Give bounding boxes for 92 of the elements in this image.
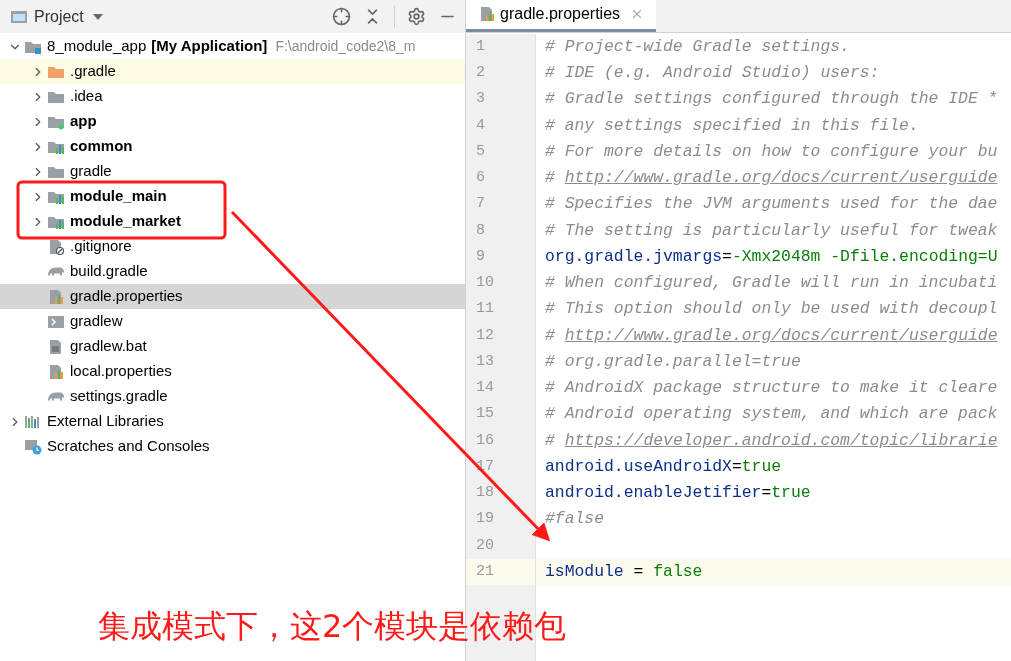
tree-item-label: app bbox=[70, 111, 97, 132]
line-number: 12 bbox=[476, 325, 494, 346]
settings-icon[interactable] bbox=[407, 7, 426, 26]
tree-row[interactable]: app bbox=[0, 109, 465, 134]
properties-file-icon bbox=[47, 363, 65, 380]
code-line: # org.gradle.parallel=true bbox=[545, 350, 801, 373]
tree-item-label: gradlew.bat bbox=[70, 336, 147, 357]
line-number: 10 bbox=[476, 273, 494, 294]
code-line: # http://www.gradle.org/docs/current/userguide bbox=[545, 167, 998, 190]
tree-item-label: Scratches and Consoles bbox=[47, 436, 210, 457]
tree-item-label: .gitignore bbox=[70, 236, 132, 257]
elephant-icon bbox=[48, 392, 64, 401]
code-line: # Gradle settings configured through the IDE * bbox=[545, 88, 998, 111]
code-line: # any settings specified in this file. bbox=[545, 114, 919, 137]
tree-row[interactable]: local.properties bbox=[0, 359, 465, 384]
tree-item-label: External Libraries bbox=[47, 411, 164, 432]
tree-row[interactable]: build.gradle bbox=[0, 259, 465, 284]
tree-item-label: build.gradle bbox=[70, 261, 148, 282]
tree-row[interactable]: gradlew bbox=[0, 309, 465, 334]
line-number: 18 bbox=[476, 483, 494, 504]
line-number: 7 bbox=[476, 194, 485, 215]
tree-item-label: .gradle bbox=[70, 61, 116, 82]
locate-icon[interactable] bbox=[332, 7, 351, 26]
code-line: # http://www.gradle.org/docs/current/userguide bbox=[545, 324, 998, 347]
tree-row[interactable]: Scratches and Consoles bbox=[0, 434, 465, 459]
tree-row[interactable]: .gitignore bbox=[0, 234, 465, 259]
code-line: # For more details on how to configure your bu bbox=[545, 140, 998, 163]
annotation-caption: 集成模式下，这2个模块是依赖包 bbox=[98, 606, 567, 647]
tree-row[interactable]: common bbox=[0, 134, 465, 159]
tree-item-label: module_market bbox=[70, 211, 181, 232]
library-icon bbox=[24, 413, 42, 430]
tree-item-label: module_main bbox=[70, 186, 167, 207]
tree-row[interactable]: External Libraries bbox=[0, 409, 465, 434]
tree-item-label: settings.gradle bbox=[70, 386, 168, 407]
line-number: 15 bbox=[476, 404, 494, 425]
line-number: 14 bbox=[476, 378, 494, 399]
editor-tab[interactable]: gradle.properties bbox=[466, 0, 657, 32]
line-number: 3 bbox=[476, 89, 485, 110]
line-number: 8 bbox=[476, 220, 485, 241]
window-icon bbox=[10, 8, 28, 25]
tree-row[interactable]: module_market bbox=[0, 209, 465, 234]
properties-file-icon bbox=[478, 6, 496, 22]
properties-file-icon bbox=[47, 288, 65, 305]
tree-row[interactable]: settings.gradle bbox=[0, 384, 465, 409]
project-tag: [My Application] bbox=[151, 35, 268, 58]
code-line: # Project-wide Gradle settings. bbox=[545, 35, 850, 58]
line-number: 2 bbox=[476, 63, 485, 84]
elephant-icon bbox=[48, 267, 64, 276]
tree-row[interactable]: gradle.properties bbox=[0, 284, 465, 309]
code-line: android.enableJetifier=true bbox=[545, 482, 811, 505]
tree-item-label: .idea bbox=[70, 86, 103, 107]
project-path: F:\android_code2\8_m bbox=[275, 37, 416, 56]
line-number: 20 bbox=[476, 535, 494, 556]
tree-item-label: gradlew bbox=[70, 311, 123, 332]
tree-item-label: 8_module_app bbox=[47, 36, 147, 57]
code-line: # https://developer.android.com/topic/librarie bbox=[545, 429, 998, 452]
scratches-icon bbox=[24, 438, 42, 455]
code-line: # AndroidX package structure to make it cleare bbox=[545, 377, 998, 400]
code-line: # IDE (e.g. Android Studio) users: bbox=[545, 62, 880, 85]
code-line: # Specifies the JVM arguments used for the dae bbox=[545, 193, 998, 216]
ignored-file-icon bbox=[47, 238, 65, 255]
terminal-icon bbox=[47, 313, 65, 330]
line-number: 16 bbox=[476, 430, 494, 451]
tree-row[interactable]: .idea bbox=[0, 84, 465, 109]
code-line: org.gradle.jvmargs=-Xmx2048m -Dfile.encoding=U bbox=[545, 245, 998, 268]
code-line: # The setting is particularly useful for tweak bbox=[545, 219, 998, 242]
tree-row[interactable]: gradle bbox=[0, 159, 465, 184]
line-number: 11 bbox=[476, 299, 494, 320]
line-number: 19 bbox=[476, 509, 494, 530]
tree-row[interactable]: module_main bbox=[0, 184, 465, 209]
tree-item-label: gradle.properties bbox=[70, 286, 183, 307]
tree-row[interactable]: gradlew.bat bbox=[0, 334, 465, 359]
code-line: # This option should only be used with decoupl bbox=[545, 298, 998, 321]
line-number: 9 bbox=[476, 246, 485, 267]
line-number: 5 bbox=[476, 141, 485, 162]
line-number: 21 bbox=[476, 561, 494, 582]
line-number: 13 bbox=[476, 351, 494, 372]
line-number: 6 bbox=[476, 168, 485, 189]
line-number: 4 bbox=[476, 115, 485, 136]
code-line: # When configured, Gradle will run in incubati bbox=[545, 272, 998, 295]
caret-icon[interactable] bbox=[91, 12, 104, 21]
line-number: 1 bbox=[476, 36, 485, 57]
tree-item-label: local.properties bbox=[70, 361, 172, 382]
code-line: isModule = false bbox=[545, 560, 703, 583]
code-line: android.useAndroidX=true bbox=[545, 455, 782, 478]
panel-title[interactable]: Project bbox=[34, 4, 84, 29]
tree-row[interactable]: 8_module_app [My Application] F:\android_code2\8_m bbox=[0, 34, 465, 59]
code-line: # Android operating system, and which are pack bbox=[545, 403, 998, 426]
tree-item-label: gradle bbox=[70, 161, 112, 182]
tree-row[interactable]: .gradle bbox=[0, 59, 465, 84]
code-line: #false bbox=[545, 508, 605, 531]
tree-item-label: common bbox=[70, 136, 133, 157]
